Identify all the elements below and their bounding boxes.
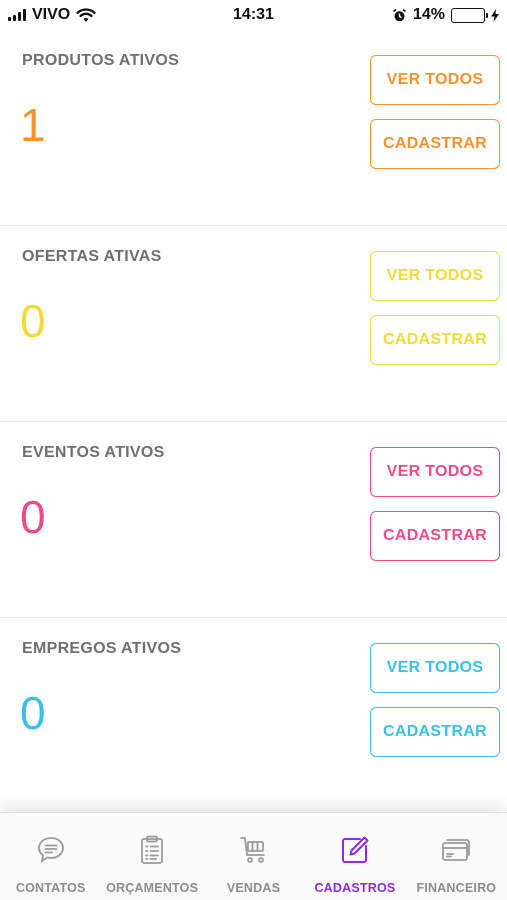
section-count: 0 bbox=[20, 295, 46, 347]
nav-item-financeiro[interactable]: FINANCEIRO bbox=[406, 813, 507, 900]
nav-label: CADASTROS bbox=[314, 881, 396, 895]
view-all-jobs-button[interactable]: VER TODOS bbox=[370, 643, 500, 693]
nav-label: ORÇAMENTOS bbox=[106, 881, 199, 895]
section-count: 1 bbox=[20, 99, 46, 151]
credit-card-icon bbox=[439, 833, 473, 867]
view-all-events-button[interactable]: VER TODOS bbox=[370, 447, 500, 497]
chat-icon bbox=[34, 833, 68, 867]
section-ofertas: OFERTAS ATIVAS 0 VER TODOS CADASTRAR bbox=[0, 226, 507, 422]
battery-info: 14% bbox=[392, 6, 499, 24]
nav-item-cadastros[interactable]: CADASTROS bbox=[304, 813, 405, 900]
section-eventos: EVENTOS ATIVOS 0 VER TODOS CADASTRAR bbox=[0, 422, 507, 618]
nav-item-contatos[interactable]: CONTATOS bbox=[0, 813, 101, 900]
register-job-button[interactable]: CADASTRAR bbox=[370, 707, 500, 757]
section-empregos: EMPREGOS ATIVOS 0 VER TODOS CADASTRAR bbox=[0, 618, 507, 814]
section-title: EVENTOS ATIVOS bbox=[22, 444, 165, 461]
register-product-button[interactable]: CADASTRAR bbox=[370, 119, 500, 169]
section-count: 0 bbox=[20, 491, 46, 543]
view-all-products-button[interactable]: VER TODOS bbox=[370, 55, 500, 105]
section-title: EMPREGOS ATIVOS bbox=[22, 640, 182, 657]
register-event-button[interactable]: CADASTRAR bbox=[370, 511, 500, 561]
nav-label: VENDAS bbox=[226, 881, 281, 895]
charging-bolt-icon bbox=[491, 8, 499, 22]
section-title: OFERTAS ATIVAS bbox=[22, 248, 162, 265]
clipboard-list-icon bbox=[135, 833, 169, 867]
battery-percent: 14% bbox=[412, 6, 445, 23]
bottom-nav: CONTATOS ORÇAMENTOS VENDAS CADASTROS FIN… bbox=[0, 812, 507, 900]
status-bar: VIVO 14:31 14% bbox=[0, 0, 507, 30]
nav-item-vendas[interactable]: VENDAS bbox=[203, 813, 304, 900]
battery-icon bbox=[451, 7, 488, 23]
edit-icon bbox=[338, 833, 372, 867]
section-count: 0 bbox=[20, 687, 46, 739]
cart-icon bbox=[237, 833, 271, 867]
view-all-offers-button[interactable]: VER TODOS bbox=[370, 251, 500, 301]
register-offer-button[interactable]: CADASTRAR bbox=[370, 315, 500, 365]
alarm-icon bbox=[392, 8, 406, 21]
nav-label: FINANCEIRO bbox=[416, 881, 497, 895]
nav-label: CONTATOS bbox=[15, 881, 86, 895]
nav-item-orcamentos[interactable]: ORÇAMENTOS bbox=[101, 813, 202, 900]
section-title: PRODUTOS ATIVOS bbox=[22, 52, 180, 69]
section-produtos: PRODUTOS ATIVOS 1 VER TODOS CADASTRAR bbox=[0, 30, 507, 226]
